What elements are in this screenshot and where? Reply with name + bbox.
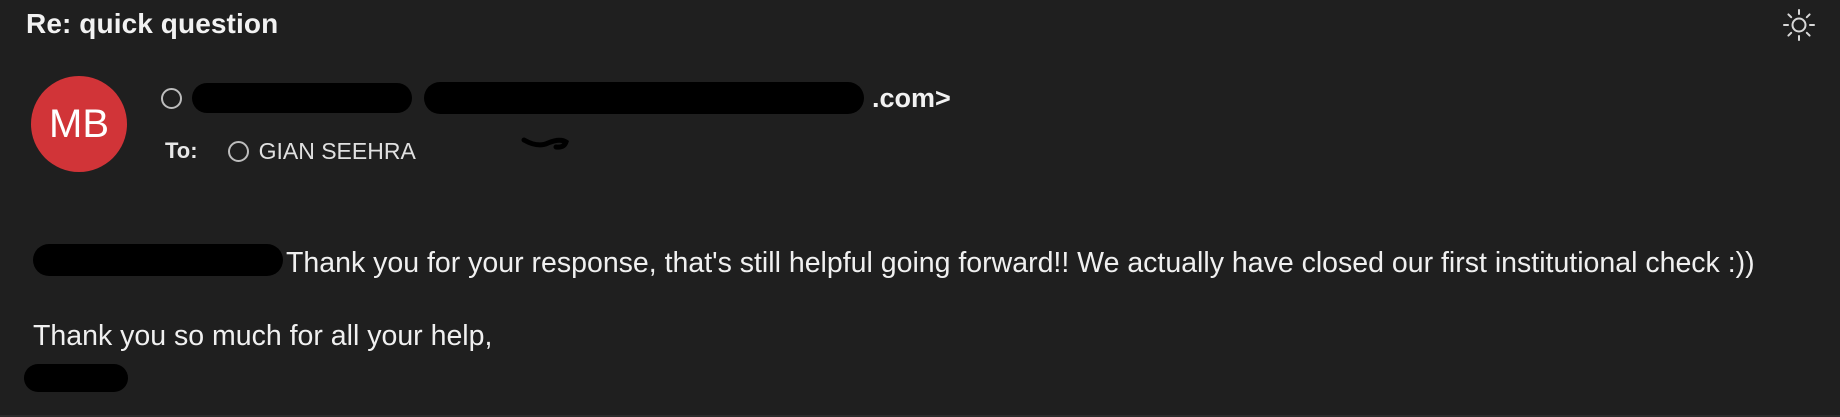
presence-circle-icon bbox=[161, 87, 182, 109]
redacted-signature-name bbox=[24, 364, 128, 392]
theme-toggle-button[interactable] bbox=[1782, 8, 1816, 42]
sender-avatar[interactable]: MB bbox=[31, 76, 127, 172]
avatar-initials: MB bbox=[49, 101, 109, 146]
recipient-name[interactable]: GIAN SEEHRA bbox=[259, 138, 416, 165]
email-body-line-2: Thank you so much for all your help, bbox=[33, 320, 493, 352]
sender-row[interactable]: .com> bbox=[161, 80, 951, 116]
sun-icon bbox=[1783, 9, 1815, 41]
recipients-row: To: GIAN SEEHRA bbox=[165, 136, 416, 166]
email-body-line-1: Thank you for your response, that's stil… bbox=[33, 244, 1755, 280]
presence-circle-icon bbox=[227, 140, 249, 162]
redacted-greeting bbox=[33, 244, 283, 276]
redacted-sender-name bbox=[192, 83, 412, 113]
body-line-1-text: Thank you for your response, that's stil… bbox=[286, 247, 1755, 279]
redacted-sender-email bbox=[424, 82, 864, 114]
redaction-scribble bbox=[521, 137, 569, 150]
email-subject: Re: quick question bbox=[26, 8, 279, 39]
email-reading-pane: Re: quick question MB .com> To: GIAN SEE… bbox=[0, 0, 1840, 417]
sender-address-tail: .com> bbox=[872, 82, 951, 113]
to-label: To: bbox=[165, 138, 198, 163]
redacted-signature bbox=[24, 364, 128, 392]
